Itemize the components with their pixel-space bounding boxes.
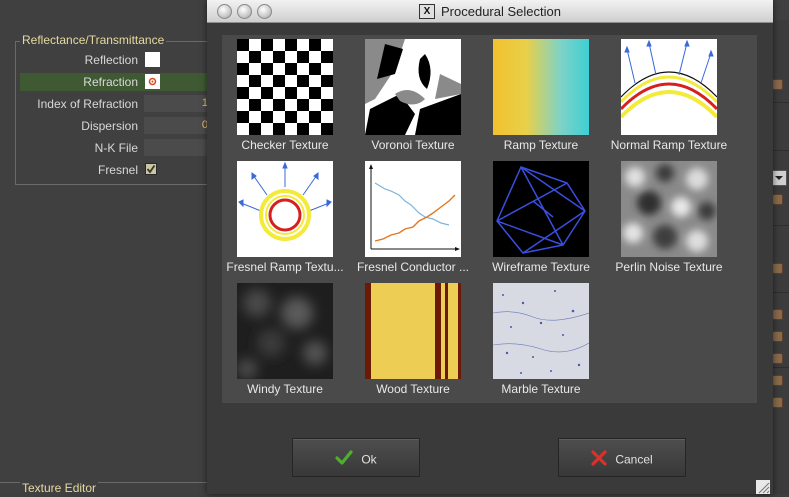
- wood-thumb-icon: [365, 283, 461, 379]
- reflection-color-swatch[interactable]: [145, 52, 160, 67]
- windy-thumb-icon: [237, 283, 333, 379]
- texture-label: Wood Texture: [376, 382, 450, 396]
- checker-thumb-icon: [237, 39, 333, 135]
- dispersion-label: Dispersion: [81, 119, 138, 133]
- ramp-thumb-icon: [493, 39, 589, 135]
- keyframe-icon[interactable]: [772, 309, 783, 320]
- texture-tile-marble[interactable]: Marble Texture: [481, 279, 601, 399]
- ior-label: Index of Refraction: [37, 97, 138, 111]
- perlin-thumb-icon: [621, 161, 717, 257]
- keyframe-icon[interactable]: [772, 194, 783, 205]
- texture-tile-normal-ramp[interactable]: Normal Ramp Texture: [609, 35, 729, 155]
- nk-file-field[interactable]: [144, 139, 214, 156]
- right-divider: [773, 225, 789, 226]
- keyframe-icon[interactable]: [772, 375, 783, 386]
- x11-app-icon: X: [419, 4, 436, 19]
- fresnel-label: Fresnel: [97, 163, 138, 177]
- texture-label: Wireframe Texture: [492, 260, 590, 274]
- keyframe-icon[interactable]: [772, 263, 783, 274]
- nk-file-label: N-K File: [94, 141, 138, 155]
- cancel-button[interactable]: Cancel: [558, 438, 686, 477]
- refraction-label: Refraction: [83, 75, 138, 89]
- texture-label: Ramp Texture: [503, 138, 579, 152]
- ior-field[interactable]: 1.: [144, 95, 214, 112]
- texture-grid: Checker Texture Voronoi Texture Ramp Tex…: [222, 35, 757, 403]
- refraction-row[interactable]: Refraction: [20, 73, 210, 91]
- cancel-label: Cancel: [615, 452, 653, 467]
- ok-button[interactable]: Ok: [292, 438, 420, 477]
- keyframe-icon[interactable]: [772, 353, 783, 364]
- texture-tile-wood[interactable]: Wood Texture: [353, 279, 473, 399]
- right-divider: [773, 102, 789, 103]
- fresnel-checkbox[interactable]: [145, 163, 157, 175]
- texture-tile-checker[interactable]: Checker Texture: [225, 35, 345, 155]
- right-divider: [773, 292, 789, 293]
- nk-file-row: N-K File: [20, 139, 214, 157]
- keyframe-icon[interactable]: [772, 397, 783, 408]
- texture-tile-fresnel-conductor[interactable]: Fresnel Conductor ...: [353, 157, 473, 277]
- texture-label: Fresnel Ramp Textu...: [226, 260, 344, 274]
- texture-tile-windy[interactable]: Windy Texture: [225, 279, 345, 399]
- texture-label: Windy Texture: [247, 382, 323, 396]
- dispersion-row: Dispersion 0.: [20, 117, 214, 135]
- ok-label: Ok: [361, 452, 377, 467]
- refraction-texture-icon[interactable]: [145, 74, 160, 89]
- texture-label: Voronoi Texture: [371, 138, 455, 152]
- texture-tile-voronoi[interactable]: Voronoi Texture: [353, 35, 473, 155]
- dispersion-field[interactable]: 0.: [144, 117, 214, 134]
- texture-label: Marble Texture: [501, 382, 581, 396]
- dropdown-arrow-icon[interactable]: [771, 170, 787, 186]
- fresnel-row: Fresnel: [20, 161, 210, 179]
- dialog-title-text: Procedural Selection: [441, 4, 561, 19]
- texture-tile-fresnel-ramp[interactable]: Fresnel Ramp Textu...: [225, 157, 345, 277]
- texture-tile-ramp[interactable]: Ramp Texture: [481, 35, 601, 155]
- fresnel-ramp-thumb-icon: [237, 161, 333, 257]
- right-divider: [773, 367, 789, 368]
- dialog-title: X Procedural Selection: [207, 4, 773, 19]
- normal-ramp-thumb-icon: [621, 39, 717, 135]
- keyframe-icon[interactable]: [772, 331, 783, 342]
- ior-row: Index of Refraction 1.: [20, 95, 214, 113]
- texture-label: Normal Ramp Texture: [610, 138, 728, 152]
- texture-label: Fresnel Conductor ...: [356, 260, 470, 274]
- fresnel-conductor-thumb-icon: [365, 161, 461, 257]
- wireframe-thumb-icon: [493, 161, 589, 257]
- texture-editor-title: Texture Editor: [20, 481, 99, 495]
- title-bar[interactable]: X Procedural Selection: [207, 0, 773, 23]
- reflection-label: Reflection: [84, 53, 138, 67]
- texture-label: Perlin Noise Texture: [615, 260, 723, 274]
- voronoi-thumb-icon: [365, 39, 461, 135]
- groupbox-title: Reflectance/Transmittance: [20, 33, 167, 47]
- checkmark-icon: [335, 450, 353, 469]
- resize-grip-icon[interactable]: [756, 480, 770, 494]
- procedural-selection-dialog: X Procedural Selection Checker Texture V…: [207, 0, 773, 494]
- texture-tile-wireframe[interactable]: Wireframe Texture: [481, 157, 601, 277]
- marble-thumb-icon: [493, 283, 589, 379]
- reflection-row: Reflection: [20, 51, 210, 69]
- texture-label: Checker Texture: [241, 138, 329, 152]
- cancel-x-icon: [591, 450, 607, 469]
- right-divider: [773, 150, 789, 151]
- texture-tile-perlin[interactable]: Perlin Noise Texture: [609, 157, 729, 277]
- keyframe-icon[interactable]: [772, 79, 783, 90]
